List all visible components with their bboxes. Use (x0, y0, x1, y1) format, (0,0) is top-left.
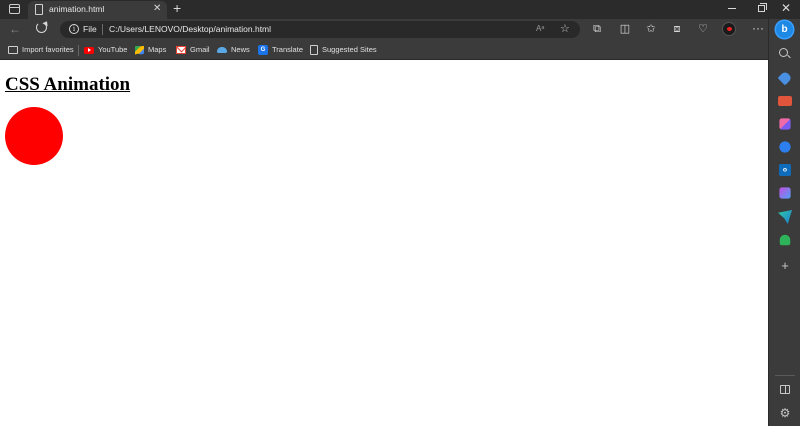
news-icon (217, 47, 227, 54)
info-icon[interactable]: i (69, 24, 79, 34)
maps-icon (135, 45, 144, 55)
minimize-button[interactable] (728, 8, 736, 9)
hide-sidebar-icon[interactable] (780, 385, 790, 394)
translate-icon: G (258, 45, 268, 56)
favorites-divider (78, 45, 79, 56)
import-icon (8, 46, 18, 55)
tree-icon[interactable] (779, 234, 791, 246)
more-options-icon[interactable]: ··· (752, 20, 764, 36)
back-arrow-icon[interactable]: ← (9, 21, 21, 37)
favorite-label: YouTube (98, 45, 128, 55)
url-text[interactable]: C:/Users/LENOVO/Desktop/animation.html (109, 24, 271, 34)
favorite-label: Translate (272, 45, 303, 55)
page-icon (310, 45, 318, 56)
page-title: CSS Animation (5, 74, 131, 95)
favorites-bar: Import favorites YouTube Maps Gmail News… (0, 40, 768, 60)
drop-icon[interactable] (778, 210, 792, 224)
favorite-translate[interactable]: G Translate (258, 44, 303, 56)
address-bar[interactable]: i File C:/Users/LENOVO/Desktop/animation… (60, 21, 580, 38)
tab-animation[interactable]: animation.html ✕ (28, 1, 167, 19)
animated-circle (5, 107, 63, 165)
favorite-suggested-sites[interactable]: Suggested Sites (310, 44, 377, 56)
tab-actions-icon[interactable] (9, 4, 20, 14)
read-aloud-icon[interactable]: Aᵃ (536, 24, 544, 33)
extensions-icon[interactable]: ⧉ (590, 21, 604, 37)
title-bar: animation.html ✕ + ✕ (0, 0, 800, 19)
gmail-icon (176, 46, 186, 55)
toolbar: ← i File C:/Users/LENOVO/Desktop/animati… (0, 19, 768, 40)
edge-sidebar: b o + ⚙ (768, 19, 800, 426)
favorite-label: Gmail (190, 45, 210, 55)
new-tab-button[interactable]: + (173, 0, 181, 17)
browser-essentials-icon[interactable]: ♡ (696, 21, 710, 37)
favorite-star-icon[interactable]: ☆ (560, 22, 570, 36)
favorite-label: Maps (148, 45, 167, 55)
favorite-import[interactable]: Import favorites (8, 44, 74, 56)
page-icon (35, 4, 43, 15)
shopping-tag-icon[interactable] (777, 70, 793, 86)
people-icon[interactable] (779, 118, 791, 130)
tools-icon[interactable] (778, 96, 792, 106)
restore-button[interactable] (758, 3, 767, 12)
scheme-label: File (83, 24, 97, 34)
favorite-gmail[interactable]: Gmail (176, 44, 210, 56)
page-viewport: CSS Animation (0, 61, 768, 426)
tab-title: animation.html (49, 4, 105, 14)
collections-icon[interactable]: ⧈ (670, 21, 684, 37)
refresh-icon[interactable] (36, 22, 47, 33)
settings-gear-icon[interactable]: ⚙ (778, 406, 792, 420)
address-divider (102, 24, 103, 35)
profile-avatar[interactable] (722, 22, 736, 36)
favorite-label: News (231, 45, 250, 55)
favorite-news[interactable]: News (217, 44, 250, 56)
favorite-maps[interactable]: Maps (135, 44, 166, 56)
designer-icon[interactable] (779, 187, 791, 199)
favorite-label: Suggested Sites (322, 45, 377, 55)
add-sidebar-app-icon[interactable]: + (778, 259, 792, 273)
sidebar-divider (775, 375, 795, 376)
search-icon[interactable] (779, 48, 788, 57)
close-window-button[interactable]: ✕ (781, 1, 791, 15)
bing-copilot-icon[interactable]: b (776, 21, 793, 38)
favorite-youtube[interactable]: YouTube (84, 44, 127, 56)
favorite-label: Import favorites (22, 45, 74, 55)
games-icon[interactable] (779, 141, 791, 153)
favorites-icon[interactable]: ✩ (644, 21, 658, 37)
tab-close-icon[interactable]: ✕ (153, 3, 161, 15)
split-screen-icon[interactable]: ◫ (618, 21, 632, 37)
youtube-icon (84, 46, 94, 54)
outlook-icon[interactable]: o (779, 164, 791, 176)
